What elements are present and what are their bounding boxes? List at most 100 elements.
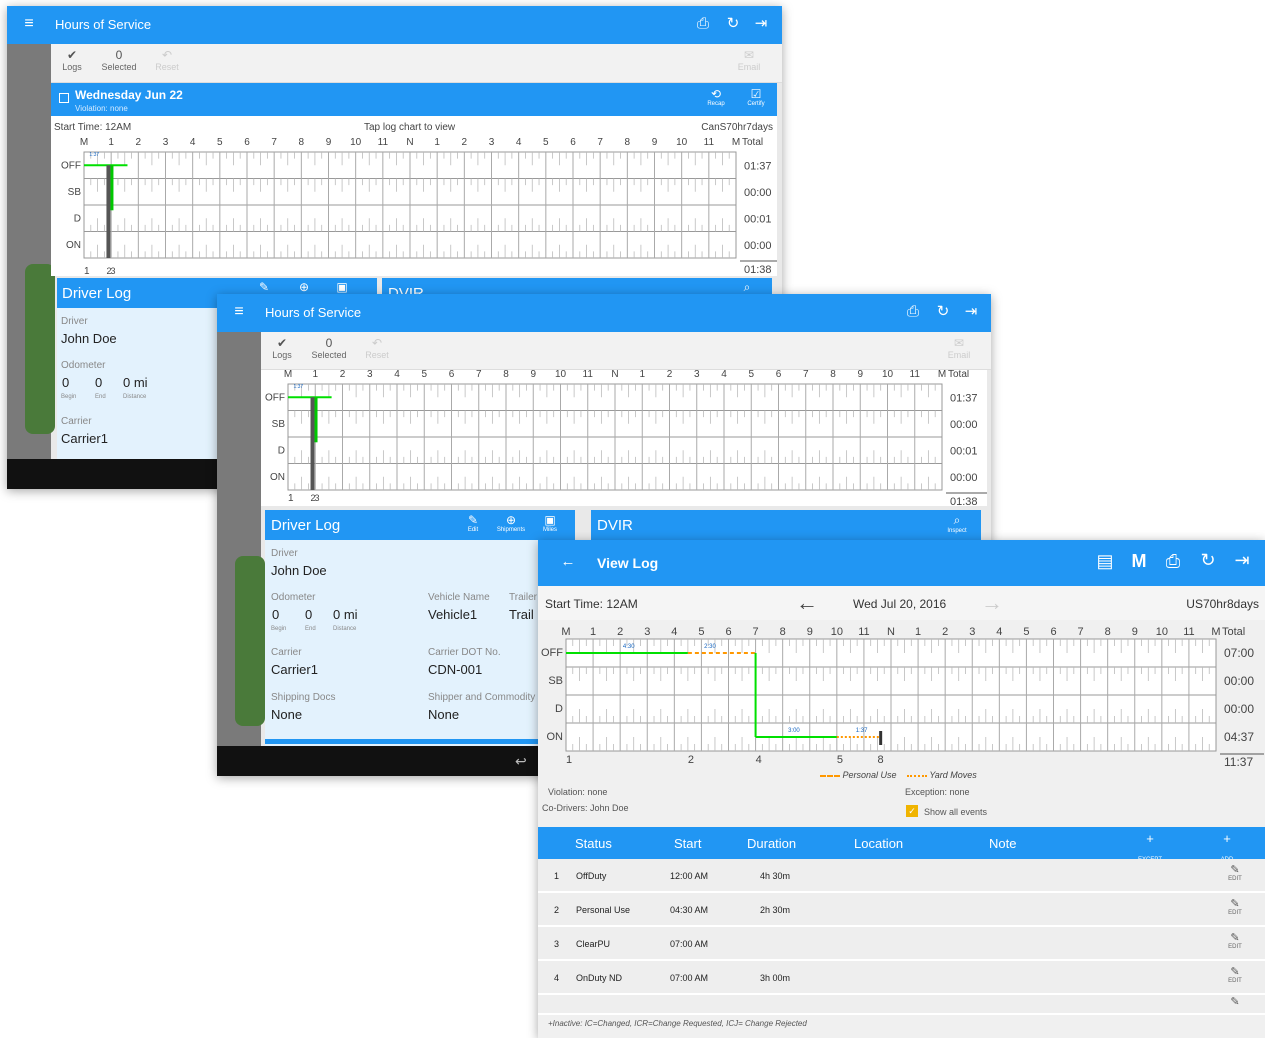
col-duration: Duration — [747, 836, 797, 851]
refresh-icon[interactable]: ↻ — [1198, 550, 1218, 571]
row-status: OffDuty — [576, 871, 607, 881]
segment-label: 3:00 — [788, 728, 800, 734]
day-checkbox[interactable] — [59, 93, 69, 103]
day-violation: Violation: none — [75, 104, 128, 113]
row-status: ClearPU — [576, 939, 611, 949]
refresh-icon[interactable]: ↻ — [723, 14, 743, 32]
reset-button[interactable]: ↶ Reset — [357, 336, 397, 360]
table-row[interactable]: ✎ — [538, 995, 1265, 1015]
driver-label: Driver — [271, 548, 298, 559]
edit-button[interactable]: ✎ — [1223, 995, 1247, 1008]
vehicle-label: Vehicle Name — [428, 592, 490, 603]
odometer-begin: 0 — [272, 607, 280, 622]
hour-tick-label: 6 — [244, 137, 250, 148]
email-button[interactable]: ✉ Email — [939, 336, 979, 360]
hour-tick-label: 7 — [1078, 626, 1084, 638]
dashboard-icon[interactable]: ⎙ — [693, 15, 713, 32]
refresh-icon[interactable]: ↻ — [933, 302, 953, 320]
hour-tick-label: 1 — [590, 626, 596, 638]
hour-tick-label: 3 — [694, 370, 700, 380]
event-marker-number: 5 — [837, 754, 843, 766]
inspect-icon[interactable]: ⌕ — [740, 280, 754, 295]
hour-tick-label: 5 — [217, 137, 223, 148]
dashboard-icon[interactable]: ⎙ — [903, 303, 923, 320]
day-header[interactable]: Wednesday Jun 22 Violation: none ⟲ Recap … — [51, 83, 777, 116]
footer-tick-1: 1 — [84, 266, 90, 276]
hour-tick-label: 9 — [652, 137, 658, 148]
selected-count-value: 0 — [325, 336, 333, 350]
row-total: 07:00 — [1224, 646, 1254, 660]
hour-tick-label: 11 — [1183, 626, 1194, 638]
table-row[interactable]: 4 OnDuty ND 07:00 AM 3h 00m ✎ EDIT — [538, 961, 1265, 995]
menu-icon[interactable]: ≡ — [229, 303, 249, 321]
dashboard-icon[interactable]: ⎙ — [1163, 551, 1183, 572]
edit-button[interactable]: ✎ EDIT — [1223, 931, 1247, 950]
logout-icon[interactable]: ⇥ — [961, 302, 981, 320]
total-header: Total — [742, 137, 763, 148]
plus-icon: + — [1223, 831, 1231, 846]
miles-button[interactable]: ▣ Miles — [537, 513, 563, 533]
shipments-icon[interactable]: ⊕ — [297, 280, 311, 294]
reset-label: Reset — [155, 62, 179, 72]
message-icon[interactable]: ▤ — [1095, 551, 1115, 572]
row-status: Personal Use — [576, 905, 631, 915]
show-all-checkbox[interactable]: ✓ — [906, 805, 918, 817]
driver-log-title: Driver Log — [271, 517, 341, 534]
logout-icon[interactable]: ⇥ — [1232, 550, 1252, 571]
log-grid-chart[interactable]: M 1 2 3 4 5 6 7 8 9 10 11 N 1 2 3 4 5 6 7 8 9 10 11 M TotalOFFSBD… — [261, 370, 987, 506]
miles-icon[interactable]: ▣ — [335, 280, 349, 294]
driver-log-panel: Driver Log ✎ Edit ⊕ Shipments ▣ Miles Drive… — [265, 510, 575, 746]
panel-bottom-bar — [265, 739, 575, 744]
edit-button[interactable]: ✎ EDIT — [1223, 965, 1247, 984]
driver-label: Driver — [61, 316, 88, 327]
app-bar: ← View Log ▤ M ⎙ ↻ ⇥ — [538, 540, 1265, 586]
row-total: 00:01 — [950, 445, 978, 457]
edit-button[interactable]: ✎ EDIT — [1223, 863, 1247, 882]
prev-day-arrow-icon[interactable]: ← — [796, 590, 818, 616]
hour-tick-label: 4 — [394, 370, 400, 380]
segment-label: 1:37 — [856, 728, 868, 734]
hour-tick-label: 1 — [915, 626, 921, 638]
hour-tick-label: 6 — [449, 370, 455, 380]
log-grid-chart[interactable]: M 1 2 3 4 5 6 7 8 9 10 11 N 1 2 3 4 5 6 7 8 9 10 11 M TotalOFFSBD… — [538, 620, 1265, 768]
mail-m-icon[interactable]: M — [1129, 551, 1149, 572]
carrier-dot-label: Carrier DOT No. — [428, 647, 501, 658]
log-nav: Start Time: 12AM ← Wed Jul 20, 2016 → US… — [538, 586, 1265, 620]
row-total: 00:01 — [744, 213, 772, 225]
log-grid-chart[interactable]: M 1 2 3 4 5 6 7 8 9 10 11 N 1 2 3 4 5 6 7 8 9 10 11 M TotalOFFSBD… — [51, 134, 777, 276]
recap-button[interactable]: ⟲ Recap — [703, 87, 729, 107]
dvir-header: DVIR ⌕ Inspect — [591, 510, 981, 540]
hour-tick-label: 3 — [367, 370, 373, 380]
shipments-button[interactable]: ⊕ Shipments — [491, 513, 531, 533]
back-nav-icon[interactable]: ↩ — [515, 753, 527, 770]
col-note: Note — [989, 836, 1017, 851]
menu-icon[interactable]: ≡ — [19, 15, 39, 33]
selected-count: 0 Selected — [99, 48, 139, 72]
hour-tick-label: 6 — [1050, 626, 1056, 638]
table-row[interactable]: 2 Personal Use 04:30 AM 2h 30m ✎ EDIT — [538, 893, 1265, 927]
reset-button[interactable]: ↶ Reset — [147, 48, 187, 72]
back-arrow-icon[interactable]: ← — [558, 553, 578, 570]
edit-button[interactable]: ✎ Edit — [459, 513, 487, 533]
email-button[interactable]: ✉ Email — [729, 48, 769, 72]
table-row[interactable]: 1 OffDuty 12:00 AM 4h 30m ✎ EDIT — [538, 859, 1265, 893]
status-row-label: D — [555, 703, 563, 715]
edit-icon[interactable]: ✎ — [257, 280, 271, 294]
certify-button[interactable]: ☑ Certify — [743, 87, 769, 107]
next-day-arrow-icon[interactable]: → — [981, 590, 1003, 616]
logs-button[interactable]: ✔ Logs — [52, 48, 92, 72]
trailer-label: Trailer — [509, 592, 537, 603]
hour-tick-label: 10 — [1156, 626, 1168, 638]
edit-button[interactable]: ✎ EDIT — [1223, 897, 1247, 916]
inspect-button[interactable]: ⌕ Inspect — [941, 513, 973, 534]
hour-tick-label: 11 — [858, 626, 869, 638]
hour-tick-label: 3 — [489, 137, 495, 148]
selected-count: 0 Selected — [309, 336, 349, 360]
recap-label: Recap — [707, 101, 725, 107]
row-start: 07:00 AM — [670, 973, 709, 983]
app-title: Hours of Service — [265, 305, 362, 320]
logs-button[interactable]: ✔ Logs — [262, 336, 302, 360]
logout-icon[interactable]: ⇥ — [751, 14, 771, 32]
table-row[interactable]: 3 ClearPU 07:00 AM ✎ EDIT — [538, 927, 1265, 961]
row-total: 01:37 — [950, 392, 978, 404]
